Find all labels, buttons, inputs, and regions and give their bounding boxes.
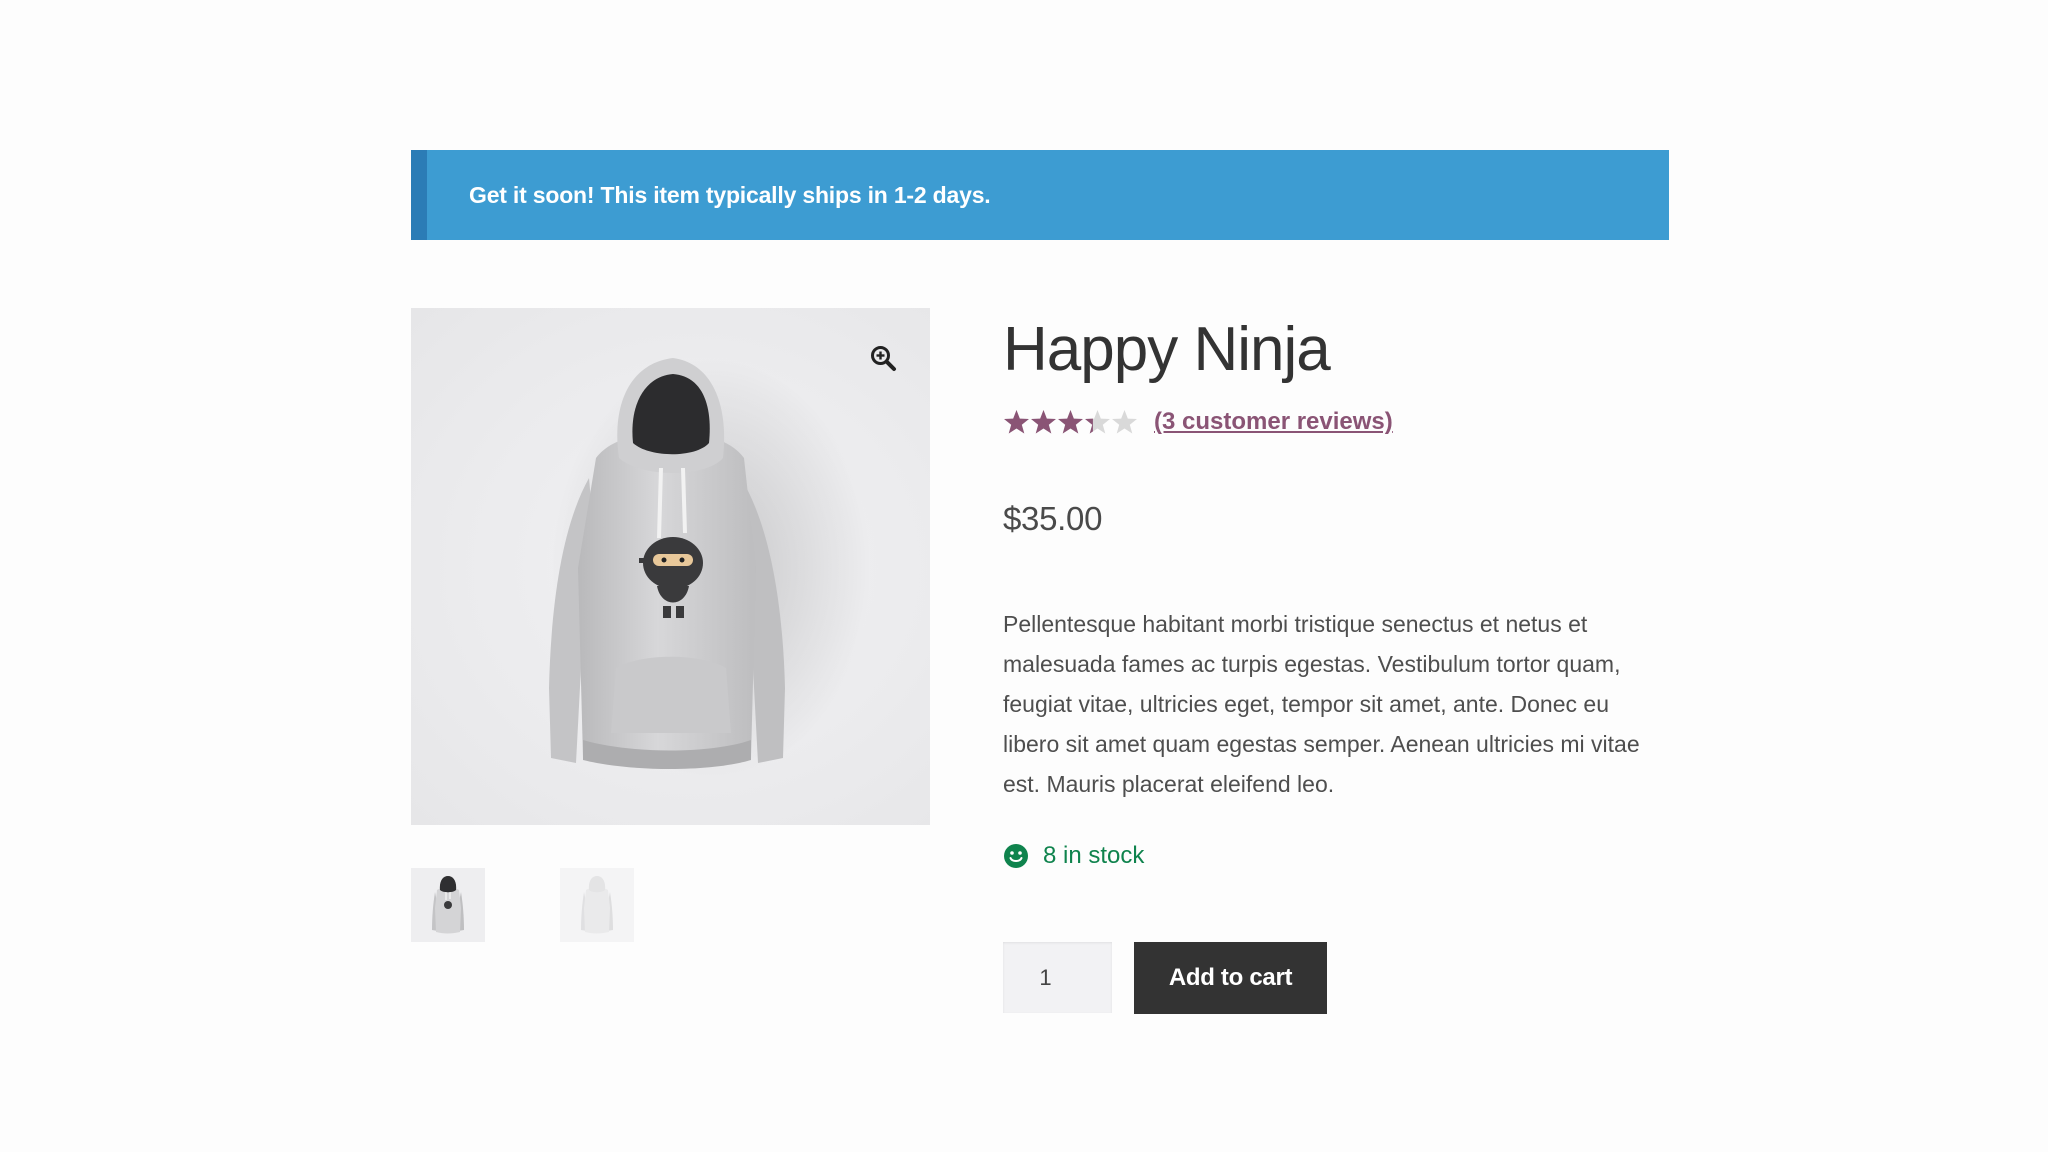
product-title: Happy Ninja xyxy=(1003,315,1331,384)
star-icon xyxy=(1004,410,1029,434)
shipping-notice-text: Get it soon! This item typically ships i… xyxy=(469,181,991,208)
customer-reviews-link[interactable]: (3 customer reviews) xyxy=(1154,408,1393,436)
thumbnail-hoodie-grey[interactable] xyxy=(560,868,634,942)
product-page: Get it soon! This item typically ships i… xyxy=(0,0,2048,1152)
stock-status: 8 in stock xyxy=(1003,842,1144,870)
shipping-notice: Get it soon! This item typically ships i… xyxy=(411,150,1669,240)
stock-text: 8 in stock xyxy=(1043,842,1145,869)
quantity-input[interactable] xyxy=(1003,942,1112,1013)
star-icon xyxy=(1031,410,1056,434)
star-icon xyxy=(1085,410,1110,434)
thumbnail-hoodie-black-hood[interactable] xyxy=(411,868,485,942)
product-main-image[interactable] xyxy=(411,308,930,825)
product-rating: (3 customer reviews) xyxy=(1003,404,1393,440)
add-to-cart-button[interactable]: Add to cart xyxy=(1134,942,1327,1014)
smiley-icon xyxy=(1004,844,1028,868)
hoodie-image xyxy=(549,358,871,778)
product-description: Pellentesque habitant morbi tristique se… xyxy=(1003,611,1640,797)
star-icon xyxy=(1112,410,1137,434)
zoom-button[interactable] xyxy=(863,338,903,378)
thumbnail-image xyxy=(432,876,464,934)
star-icon xyxy=(1058,410,1083,434)
product-price: $35.00 xyxy=(1003,500,1103,537)
thumbnail-image xyxy=(581,876,613,934)
star-rating xyxy=(1003,409,1138,435)
zoom-in-icon xyxy=(871,346,896,371)
